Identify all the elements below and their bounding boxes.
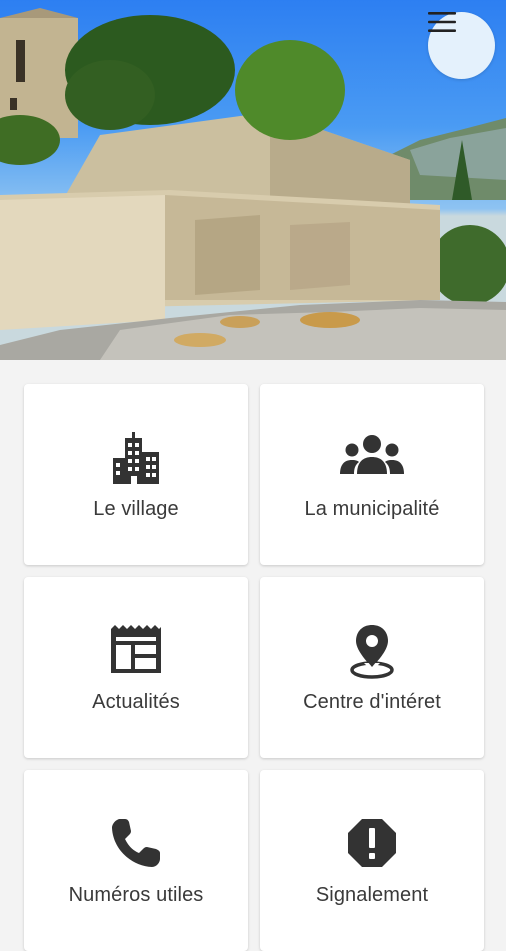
tile-signalement[interactable]: Signalement xyxy=(260,770,484,951)
tile-label: La municipalité xyxy=(304,498,440,520)
hero-image xyxy=(0,0,506,360)
alert-octagon-icon xyxy=(348,819,396,867)
people-group-icon xyxy=(340,435,404,474)
tile-label: Le village xyxy=(93,498,179,520)
newspaper-icon xyxy=(111,625,161,673)
tile-centre-interet[interactable]: Centre d'intéret xyxy=(260,577,484,758)
tile-label: Numéros utiles xyxy=(68,884,204,906)
tile-la-municipalite[interactable]: La municipalité xyxy=(260,384,484,565)
navigation-grid: Le village La municipalité Actualités Ce… xyxy=(24,384,484,951)
menu-button[interactable] xyxy=(428,12,495,79)
tile-label: Actualités xyxy=(92,691,180,713)
tile-le-village[interactable]: Le village xyxy=(24,384,248,565)
tile-label: Centre d'intéret xyxy=(303,691,441,713)
city-buildings-icon xyxy=(113,432,159,484)
map-pin-icon xyxy=(350,625,394,679)
tile-actualites[interactable]: Actualités xyxy=(24,577,248,758)
tile-numeros-utiles[interactable]: Numéros utiles xyxy=(24,770,248,951)
tile-label: Signalement xyxy=(315,884,429,906)
hamburger-menu-icon xyxy=(428,12,456,32)
phone-icon xyxy=(112,819,160,867)
